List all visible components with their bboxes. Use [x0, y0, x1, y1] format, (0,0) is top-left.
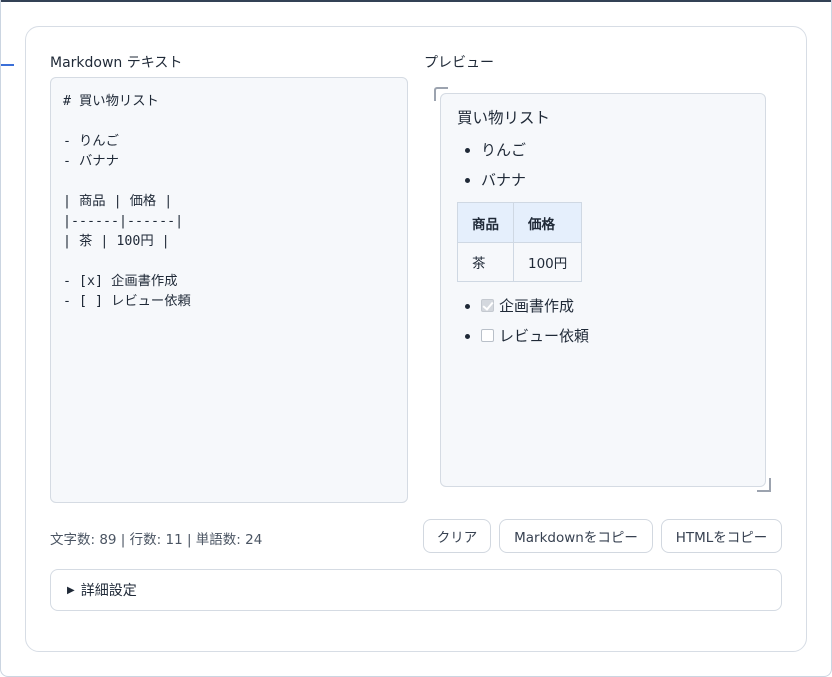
preview-table: 商品 価格 茶 100円 [457, 202, 583, 282]
copy-html-button[interactable]: HTMLをコピー [661, 519, 782, 553]
task-label: 企画書作成 [499, 297, 575, 315]
list-item: りんご [481, 140, 749, 160]
advanced-settings-toggle[interactable]: ▶ 詳細設定 [50, 569, 782, 611]
table-cell: 茶 [457, 242, 514, 282]
task-item: 企画書作成 [481, 296, 749, 316]
markdown-editor[interactable]: # 買い物リスト - りんご - バナナ | 商品 | 価格 | |------… [50, 77, 408, 503]
table-header-cell: 商品 [457, 202, 514, 243]
task-checkbox-checked [481, 299, 494, 312]
task-list: 企画書作成 レビュー依頼 [457, 296, 749, 346]
clear-button[interactable]: クリア [423, 519, 491, 553]
task-checkbox-unchecked [481, 329, 494, 342]
preview-heading: 買い物リスト [457, 109, 551, 127]
table-cell: 100円 [512, 242, 583, 282]
task-item: レビュー依頼 [481, 326, 749, 346]
list-item: バナナ [481, 170, 749, 190]
editor-label: Markdown テキスト [50, 55, 183, 71]
resize-handle-icon[interactable] [757, 478, 771, 492]
table-row: 茶 100円 [457, 242, 583, 282]
preview-pane: 買い物リスト りんご バナナ 商品 価格 茶 100円 企画書作成 レビュー依頼 [440, 93, 766, 487]
task-label: レビュー依頼 [499, 327, 590, 345]
table-header-cell: 価格 [512, 202, 583, 243]
preview-list: りんご バナナ [457, 140, 749, 190]
copy-markdown-button[interactable]: Markdownをコピー [499, 519, 653, 553]
preview-label: プレビュー [424, 55, 494, 71]
text-stats: 文字数: 89 | 行数: 11 | 単語数: 24 [50, 532, 263, 548]
table-header-row: 商品 価格 [457, 202, 583, 243]
disclosure-triangle-icon: ▶ [67, 584, 75, 596]
advanced-settings-label: 詳細設定 [80, 583, 137, 599]
